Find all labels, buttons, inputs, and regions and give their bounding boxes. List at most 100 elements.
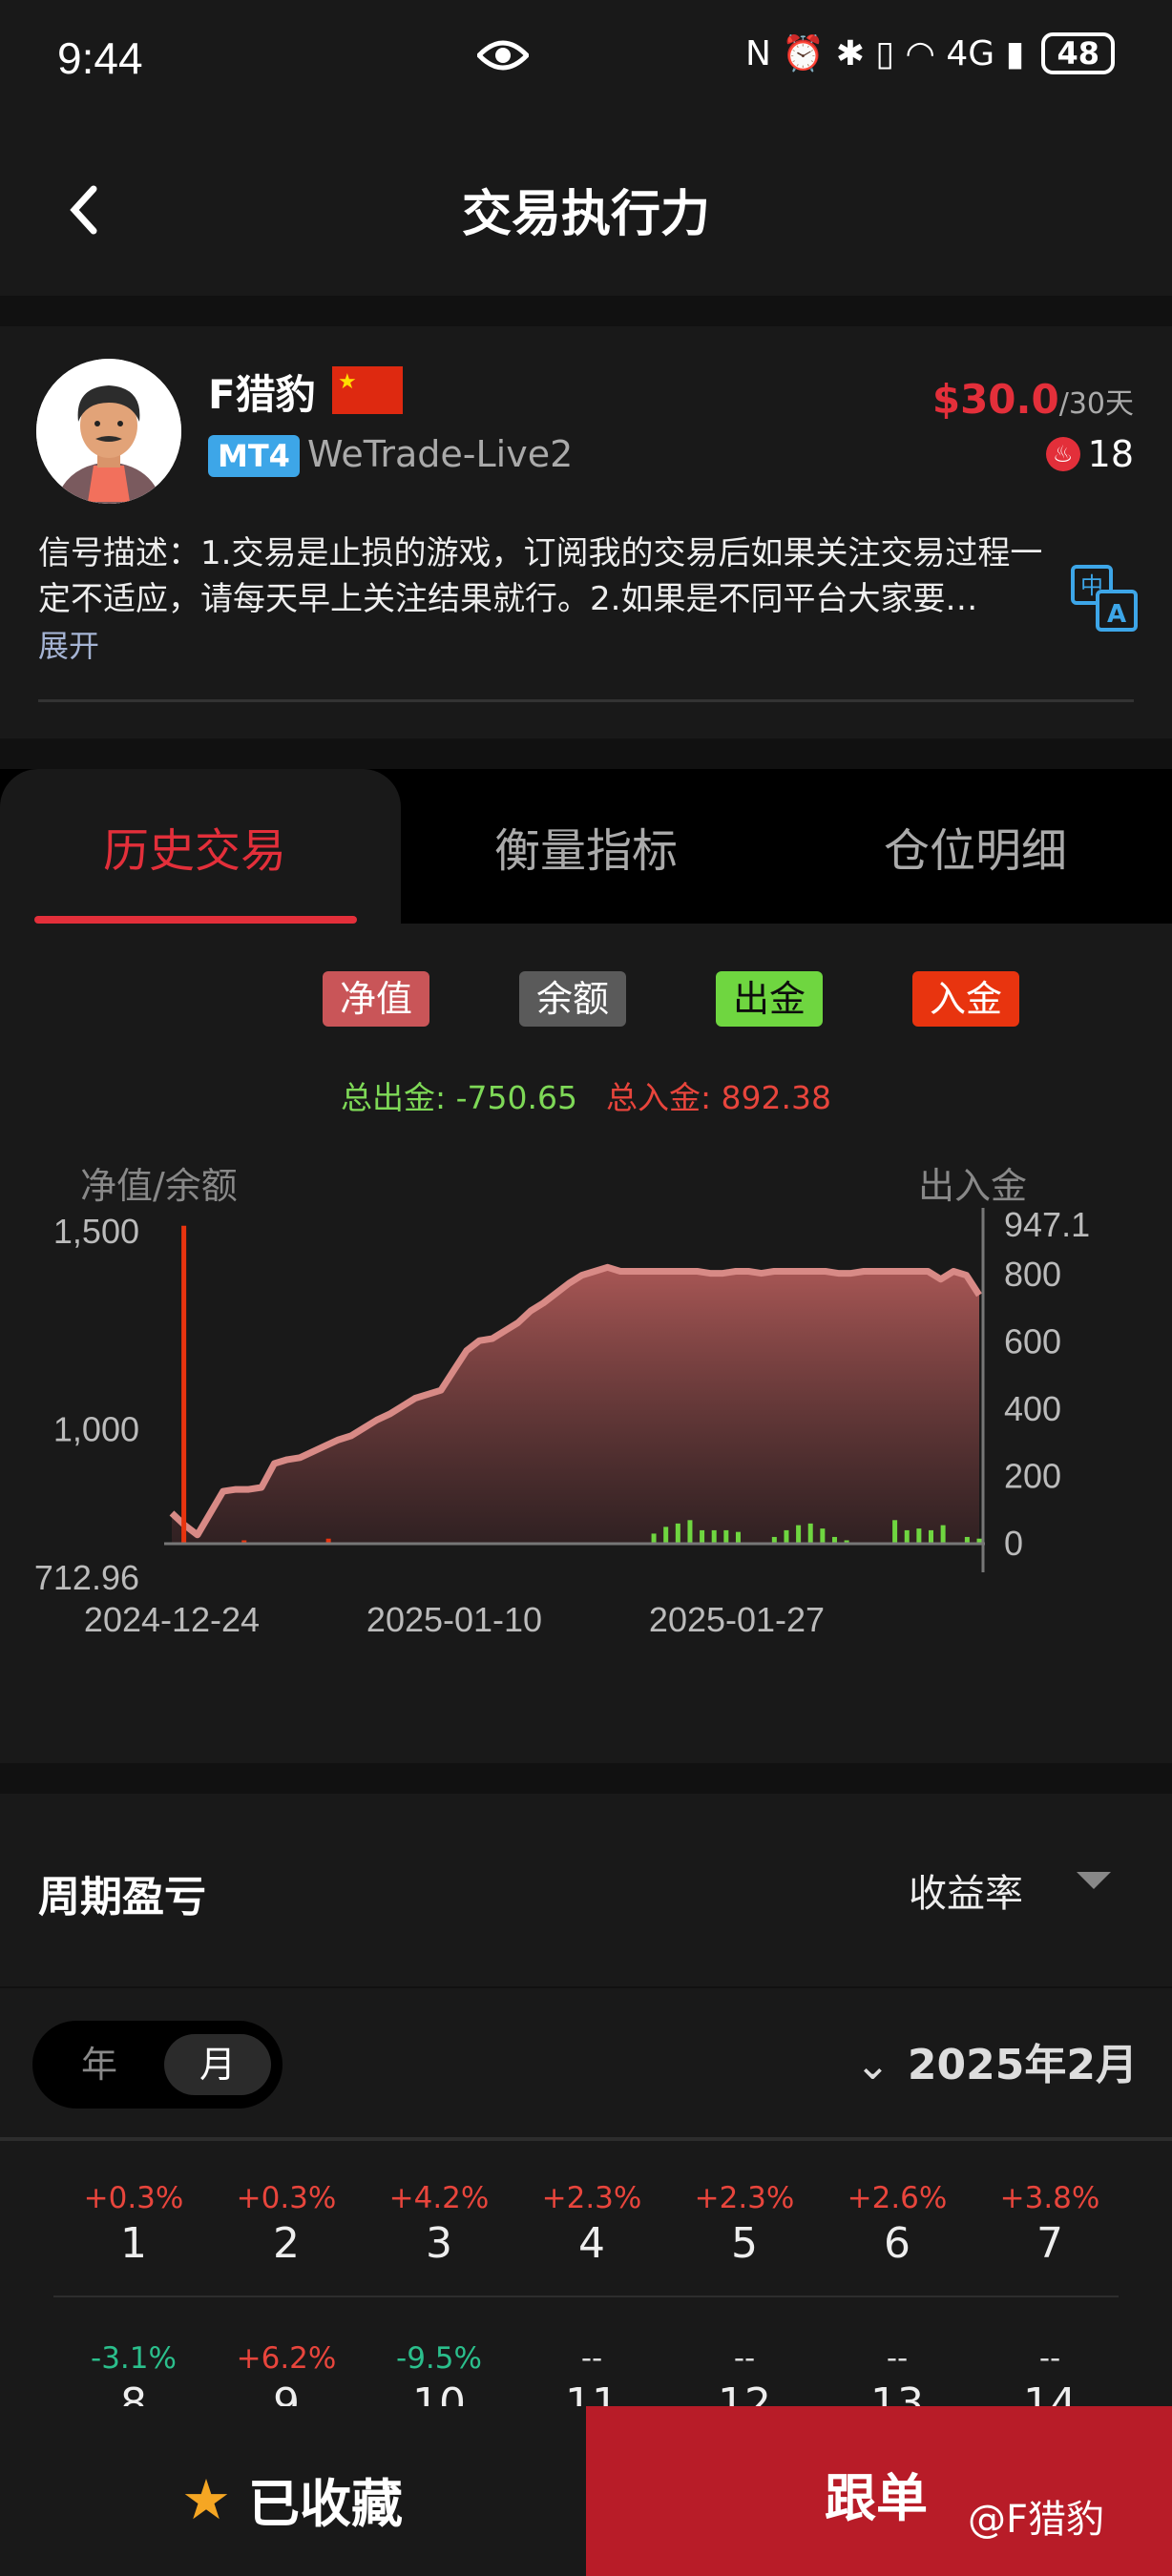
year-month-toggle: 年 月 <box>32 2021 283 2109</box>
system-status-icons: N ⏰ ✱ ▯ ◠ 4G ▮ <box>745 34 1025 73</box>
nav-bar: 交易执行力 <box>0 114 1172 296</box>
withdrawal-bar-63 <box>928 1529 933 1544</box>
page-title: 交易执行力 <box>461 186 710 243</box>
totals-line: 总出金: -750.65 总入金: 892.38 <box>0 1072 1172 1118</box>
fire-icon: ♨ <box>1045 437 1080 471</box>
left-tick-1500: 1,500 <box>53 1212 139 1251</box>
withdrawal-bar-40 <box>651 1533 657 1544</box>
subscription-price: $30.0/30天 <box>932 376 1134 423</box>
day-cell[interactable]: +2.3% 4 <box>515 2179 668 2271</box>
legend-withdrawal[interactable]: 出金 <box>716 971 824 1027</box>
day-number: 1 <box>120 2219 147 2268</box>
day-return: -- <box>1038 2341 1061 2376</box>
server-name: WeTrade-Live2 <box>307 433 574 475</box>
toggle-month[interactable]: 月 <box>164 2034 271 2095</box>
withdrawal-bar-52 <box>796 1525 802 1544</box>
price-amount: $30.0 <box>931 376 1059 423</box>
followers-count: ♨ 18 <box>1045 433 1134 475</box>
provider-card: F猎豹 ★ MT4 WeTrade-Live2 $30.0/30天 ♨ 18 信… <box>0 326 1172 738</box>
day-cell[interactable]: +0.3% 1 <box>57 2179 210 2271</box>
status-time: 9:44 <box>57 33 143 83</box>
right-tick-0: 947.1 <box>1004 1205 1090 1244</box>
price-period: /30天 <box>1058 387 1134 421</box>
day-return: +6.2% <box>236 2341 337 2376</box>
legend-equity[interactable]: 净值 <box>323 971 430 1027</box>
withdrawal-bar-45 <box>711 1529 717 1544</box>
right-tick-2: 600 <box>1004 1321 1061 1361</box>
right-tick-4: 200 <box>1004 1456 1061 1495</box>
dropdown-arrow-icon[interactable] <box>1077 1872 1111 1889</box>
day-return: +2.3% <box>541 2181 642 2215</box>
period-pnl-header: 周期盈亏 收益率 <box>0 1794 1172 1986</box>
right-tick-3: 400 <box>1004 1389 1061 1428</box>
star-icon: ★ <box>181 2466 231 2532</box>
day-number: 7 <box>1036 2219 1063 2268</box>
day-return: -9.5% <box>396 2341 482 2376</box>
day-return: +3.8% <box>999 2181 1100 2215</box>
withdrawal-bar-47 <box>735 1531 741 1544</box>
provider-name: F猎豹 <box>208 371 316 418</box>
screen: { "status_bar":{"time":"9:44","icons":"N… <box>0 0 1172 2576</box>
tab-positions[interactable]: 仓位明细 <box>823 813 1128 880</box>
day-return: +2.3% <box>694 2181 795 2215</box>
divider <box>38 699 1134 702</box>
tab-metrics[interactable]: 衡量指标 <box>433 813 739 880</box>
active-tab-underline <box>34 916 357 924</box>
day-return: -3.1% <box>91 2341 177 2376</box>
day-return: -- <box>886 2341 909 2376</box>
legend-deposit[interactable]: 入金 <box>912 971 1020 1027</box>
withdrawal-bar-53 <box>807 1523 813 1544</box>
month-selector[interactable]: ⌄ 2025年2月 <box>855 2030 1138 2091</box>
total-deposit: 总入金: 892.38 <box>605 1079 832 1116</box>
battery-icon: 48 <box>1041 32 1115 74</box>
svg-text:A: A <box>1107 600 1126 629</box>
x-tick-2: 2025-01-27 <box>649 1600 825 1639</box>
tab-bar: 历史交易 衡量指标 仓位明细 <box>0 769 1172 924</box>
day-return: -- <box>580 2341 603 2376</box>
day-cell[interactable]: +3.8% 7 <box>973 2179 1126 2271</box>
status-icons: N ⏰ ✱ ▯ ◠ 4G ▮ 48 <box>745 32 1115 74</box>
withdrawal-bar-44 <box>700 1529 705 1544</box>
legend-balance[interactable]: 余额 <box>519 971 627 1027</box>
day-cell[interactable]: +4.2% 3 <box>363 2179 515 2271</box>
day-number: 6 <box>884 2219 910 2268</box>
day-return: +4.2% <box>388 2181 490 2215</box>
day-cell[interactable]: +0.3% 2 <box>210 2179 363 2271</box>
favorite-button[interactable]: ★ 已收藏 <box>181 2462 403 2537</box>
withdrawal-bar-51 <box>784 1529 789 1544</box>
expand-link[interactable]: 展开 <box>38 622 99 666</box>
day-cell[interactable]: +2.3% 5 <box>668 2179 821 2271</box>
day-return: +0.3% <box>83 2181 184 2215</box>
deposit-bar-1 <box>181 1225 187 1544</box>
day-number: 3 <box>426 2219 452 2268</box>
x-tick-0: 2024-12-24 <box>84 1600 260 1639</box>
equity-area <box>172 1267 979 1544</box>
signal-description: 信号描述：1.交易是止损的游戏，订阅我的交易后如果关注交易过程一定不适应，请每天… <box>38 534 1043 618</box>
row-divider <box>53 2296 1119 2297</box>
tab-history[interactable]: 历史交易 <box>42 813 347 880</box>
x-tick-1: 2025-01-10 <box>366 1600 542 1639</box>
withdrawal-bar-62 <box>916 1528 922 1544</box>
equity-chart[interactable]: 1,500 1,000 712.96 947.1 800 600 400 200 0 2024-1… <box>0 1179 1172 1675</box>
left-tick-min: 712.96 <box>34 1558 139 1597</box>
withdrawal-bar-46 <box>723 1529 729 1544</box>
withdrawal-bar-61 <box>904 1529 910 1544</box>
toggle-year[interactable]: 年 <box>46 2034 153 2095</box>
right-tick-5: 0 <box>1004 1524 1023 1563</box>
day-return: +2.6% <box>847 2181 948 2215</box>
avatar[interactable] <box>36 359 181 504</box>
day-number: 2 <box>273 2219 300 2268</box>
day-number: 5 <box>731 2219 758 2268</box>
day-number: 4 <box>578 2219 605 2268</box>
day-cell[interactable]: +2.6% 6 <box>821 2179 973 2271</box>
withdrawal-bar-60 <box>892 1520 898 1544</box>
eye-icon <box>475 36 531 81</box>
translate-icon[interactable]: 中 A <box>1071 565 1138 632</box>
metric-select[interactable]: 收益率 <box>909 1862 1023 1918</box>
chevron-down-icon: ⌄ <box>855 2041 890 2089</box>
follow-label: 跟单 <box>825 2468 928 2528</box>
month-label: 2025年2月 <box>907 2041 1138 2089</box>
china-flag-icon: ★ <box>332 366 403 414</box>
divider <box>0 2137 1172 2141</box>
watermark: @F猎豹 <box>968 2498 1105 2542</box>
